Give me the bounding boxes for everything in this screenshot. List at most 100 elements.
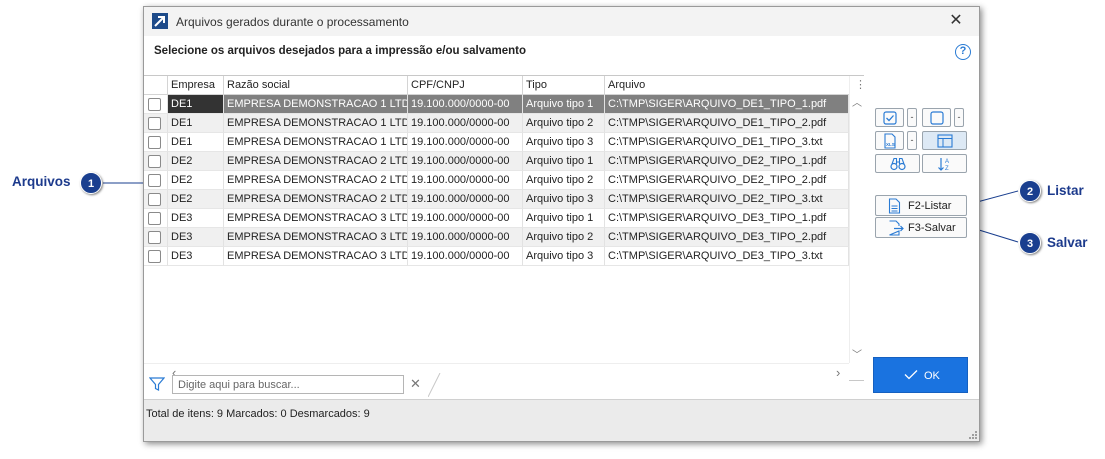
row-checkbox[interactable] — [148, 231, 161, 244]
cell-razao-social[interactable]: EMPRESA DEMONSTRACAO 3 LTDA — [224, 247, 408, 266]
help-icon[interactable]: ? — [955, 44, 971, 60]
table-row[interactable]: DE1 EMPRESA DEMONSTRACAO 1 LTDA 19.100.000… — [144, 114, 849, 133]
cell-tipo[interactable]: Arquivo tipo 1 — [523, 152, 605, 171]
cell-razao-social[interactable]: EMPRESA DEMONSTRACAO 2 LTDA — [224, 152, 408, 171]
header-arquivo[interactable]: Arquivo — [605, 76, 849, 95]
cell-cpf-cnpj[interactable]: 19.100.000/0000-00 — [408, 114, 523, 133]
scroll-up-icon[interactable]: ︿ — [852, 94, 862, 109]
cell-arquivo[interactable]: C:\TMP\SIGER\ARQUIVO_DE1_TIPO_2.pdf — [605, 114, 849, 133]
layout-button[interactable] — [922, 131, 967, 150]
search-input[interactable] — [172, 375, 404, 394]
table-row[interactable]: DE2 EMPRESA DEMONSTRACAO 2 LTDA 19.100.000… — [144, 190, 849, 209]
cell-razao-social[interactable]: EMPRESA DEMONSTRACAO 1 LTDA — [224, 95, 408, 114]
row-checkbox[interactable] — [148, 193, 161, 206]
cell-cpf-cnpj[interactable]: 19.100.000/0000-00 — [408, 228, 523, 247]
cell-arquivo[interactable]: C:\TMP\SIGER\ARQUIVO_DE3_TIPO_1.pdf — [605, 209, 849, 228]
uncheck-all-button[interactable] — [922, 108, 951, 127]
cell-cpf-cnpj[interactable]: 19.100.000/0000-00 — [408, 95, 523, 114]
clear-search-icon[interactable]: ✕ — [410, 376, 421, 392]
cell-empresa[interactable]: DE2 — [168, 190, 224, 209]
cell-arquivo[interactable]: C:\TMP\SIGER\ARQUIVO_DE3_TIPO_3.txt — [605, 247, 849, 266]
row-checkbox-cell — [144, 247, 168, 266]
check-all-dropdown[interactable]: - — [907, 108, 917, 127]
cell-cpf-cnpj[interactable]: 19.100.000/0000-00 — [408, 152, 523, 171]
scroll-right-icon[interactable]: › — [836, 365, 840, 380]
row-checkbox[interactable] — [148, 98, 161, 111]
cell-empresa[interactable]: DE3 — [168, 228, 224, 247]
cell-tipo[interactable]: Arquivo tipo 3 — [523, 133, 605, 152]
cell-cpf-cnpj[interactable]: 19.100.000/0000-00 — [408, 133, 523, 152]
cell-empresa[interactable]: DE2 — [168, 171, 224, 190]
checkmark-icon — [904, 369, 918, 383]
cell-empresa[interactable]: DE3 — [168, 209, 224, 228]
cell-razao-social[interactable]: EMPRESA DEMONSTRACAO 3 LTDA — [224, 228, 408, 247]
table-row[interactable]: DE2 EMPRESA DEMONSTRACAO 2 LTDA 19.100.000… — [144, 171, 849, 190]
row-checkbox[interactable] — [148, 136, 161, 149]
sort-button[interactable]: AZ — [922, 154, 967, 173]
row-checkbox[interactable] — [148, 212, 161, 225]
cell-cpf-cnpj[interactable]: 19.100.000/0000-00 — [408, 209, 523, 228]
cell-empresa[interactable]: DE2 — [168, 152, 224, 171]
cell-tipo[interactable]: Arquivo tipo 2 — [523, 114, 605, 133]
cell-cpf-cnpj[interactable]: 19.100.000/0000-00 — [408, 247, 523, 266]
cell-tipo[interactable]: Arquivo tipo 1 — [523, 209, 605, 228]
cell-razao-social[interactable]: EMPRESA DEMONSTRACAO 3 LTDA — [224, 209, 408, 228]
header-cpf-cnpj[interactable]: CPF/CNPJ — [408, 76, 523, 95]
cell-razao-social[interactable]: EMPRESA DEMONSTRACAO 2 LTDA — [224, 190, 408, 209]
row-checkbox[interactable] — [148, 174, 161, 187]
cell-empresa[interactable]: DE1 — [168, 95, 224, 114]
status-bar: Total de itens: 9 Marcados: 0 Desmarcado… — [144, 399, 979, 441]
uncheck-all-dropdown[interactable]: - — [954, 108, 964, 127]
cell-empresa[interactable]: DE3 — [168, 247, 224, 266]
cell-arquivo[interactable]: C:\TMP\SIGER\ARQUIVO_DE3_TIPO_2.pdf — [605, 228, 849, 247]
dialog-window: Arquivos gerados durante o processamento… — [143, 6, 980, 442]
find-binoculars-button[interactable] — [875, 154, 920, 173]
check-all-button[interactable] — [875, 108, 904, 127]
salvar-button[interactable]: F3-Salvar — [875, 217, 967, 238]
salvar-label: F3-Salvar — [908, 222, 956, 234]
cell-razao-social[interactable]: EMPRESA DEMONSTRACAO 1 LTDA — [224, 133, 408, 152]
header-tipo[interactable]: Tipo — [523, 76, 605, 95]
title-bar: Arquivos gerados durante o processamento… — [144, 7, 979, 36]
row-checkbox[interactable] — [148, 155, 161, 168]
table-row[interactable]: DE2 EMPRESA DEMONSTRACAO 2 LTDA 19.100.000… — [144, 152, 849, 171]
close-icon[interactable]: ✕ — [947, 12, 965, 30]
window-title: Arquivos gerados durante o processamento — [176, 15, 409, 29]
cell-razao-social[interactable]: EMPRESA DEMONSTRACAO 1 LTDA — [224, 114, 408, 133]
table-row[interactable]: DE3 EMPRESA DEMONSTRACAO 3 LTDA 19.100.000… — [144, 228, 849, 247]
svg-text:XLS: XLS — [886, 142, 895, 147]
table-row[interactable]: DE1 EMPRESA DEMONSTRACAO 1 LTDA 19.100.000… — [144, 133, 849, 152]
scroll-down-icon[interactable]: ﹀ — [852, 346, 862, 361]
row-checkbox-cell — [144, 209, 168, 228]
cell-arquivo[interactable]: C:\TMP\SIGER\ARQUIVO_DE1_TIPO_3.txt — [605, 133, 849, 152]
cell-cpf-cnpj[interactable]: 19.100.000/0000-00 — [408, 171, 523, 190]
table-row[interactable]: DE1 EMPRESA DEMONSTRACAO 1 LTDA 19.100.000… — [144, 95, 849, 114]
cell-tipo[interactable]: Arquivo tipo 2 — [523, 171, 605, 190]
header-empresa[interactable]: Empresa — [168, 76, 224, 95]
cell-arquivo[interactable]: C:\TMP\SIGER\ARQUIVO_DE2_TIPO_2.pdf — [605, 171, 849, 190]
cell-tipo[interactable]: Arquivo tipo 1 — [523, 95, 605, 114]
cell-tipo[interactable]: Arquivo tipo 2 — [523, 228, 605, 247]
cell-empresa[interactable]: DE1 — [168, 133, 224, 152]
listar-button[interactable]: F2-Listar — [875, 195, 967, 216]
export-xls-dropdown[interactable]: - — [907, 131, 917, 150]
resize-grip-icon[interactable] — [969, 431, 977, 439]
table-row[interactable]: DE3 EMPRESA DEMONSTRACAO 3 LTDA 19.100.000… — [144, 247, 849, 266]
vertical-scrollbar[interactable]: ⋮ ︿ ﹀ — [849, 76, 866, 363]
row-checkbox[interactable] — [148, 250, 161, 263]
header-razao-social[interactable]: Razão social — [224, 76, 408, 95]
ok-button[interactable]: OK — [873, 357, 968, 393]
cell-arquivo[interactable]: C:\TMP\SIGER\ARQUIVO_DE1_TIPO_1.pdf — [605, 95, 849, 114]
column-options-icon[interactable]: ⋮ — [855, 78, 866, 91]
cell-razao-social[interactable]: EMPRESA DEMONSTRACAO 2 LTDA — [224, 171, 408, 190]
cell-empresa[interactable]: DE1 — [168, 114, 224, 133]
cell-tipo[interactable]: Arquivo tipo 3 — [523, 190, 605, 209]
cell-arquivo[interactable]: C:\TMP\SIGER\ARQUIVO_DE2_TIPO_3.txt — [605, 190, 849, 209]
filter-icon[interactable] — [148, 377, 166, 395]
cell-tipo[interactable]: Arquivo tipo 3 — [523, 247, 605, 266]
table-row[interactable]: DE3 EMPRESA DEMONSTRACAO 3 LTDA 19.100.000… — [144, 209, 849, 228]
cell-cpf-cnpj[interactable]: 19.100.000/0000-00 — [408, 190, 523, 209]
cell-arquivo[interactable]: C:\TMP\SIGER\ARQUIVO_DE2_TIPO_1.pdf — [605, 152, 849, 171]
row-checkbox[interactable] — [148, 117, 161, 130]
export-xls-button[interactable]: XLS — [875, 131, 904, 150]
